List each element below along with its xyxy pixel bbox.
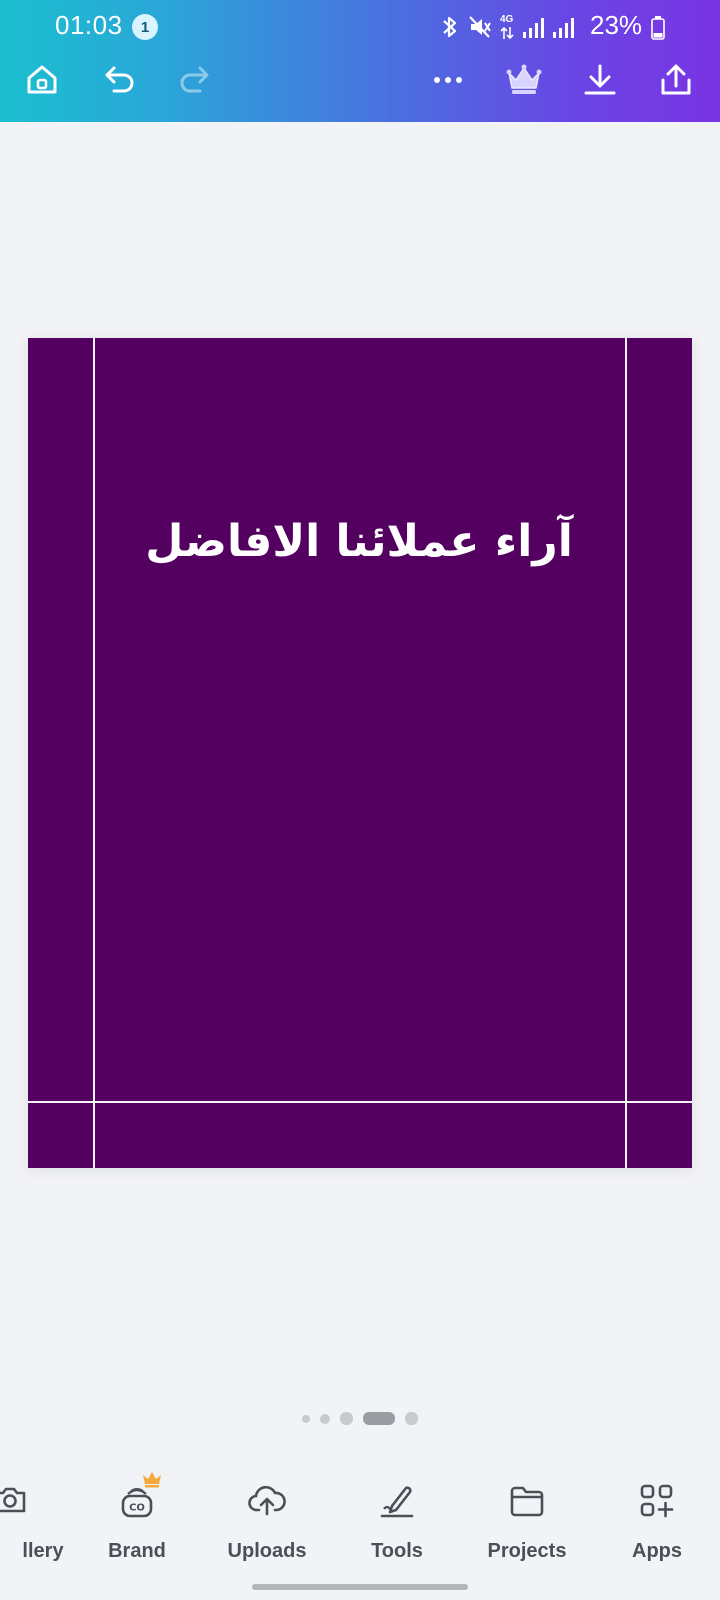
premium-button[interactable] <box>502 58 546 102</box>
page-dot-1[interactable] <box>302 1414 310 1423</box>
home-indicator[interactable] <box>252 1584 468 1590</box>
home-button[interactable] <box>20 58 64 102</box>
svg-text:CO: CO <box>129 1503 145 1514</box>
top-bar: 01:03 1 4G 23% <box>0 0 720 122</box>
bluetooth-icon <box>443 16 457 38</box>
cloud-upload-icon <box>248 1485 286 1516</box>
page-dot-current[interactable] <box>363 1412 395 1425</box>
tool-apps-label: Apps <box>632 1540 682 1562</box>
more-icon <box>434 77 462 83</box>
download-button[interactable] <box>578 58 622 102</box>
undo-icon <box>105 66 134 93</box>
status-time: 01:03 <box>55 10 123 40</box>
margin-guide-right <box>625 338 627 1168</box>
home-icon <box>27 65 57 94</box>
margin-guide-left <box>93 338 95 1168</box>
tool-uploads[interactable]: Uploads <box>207 1460 327 1562</box>
apps-icon <box>640 1484 674 1518</box>
redo-icon <box>180 66 209 93</box>
crown-icon <box>506 64 542 94</box>
redo-button[interactable] <box>172 58 216 102</box>
tool-tools[interactable]: Tools <box>337 1460 457 1562</box>
pen-tool-icon <box>380 1486 414 1518</box>
data-arrows-icon <box>500 26 514 40</box>
battery-percent: 23% <box>590 10 643 40</box>
margin-guide-bottom <box>28 1101 692 1103</box>
more-options-button[interactable] <box>426 58 470 102</box>
download-icon <box>584 64 616 95</box>
folder-icon <box>510 1486 544 1517</box>
network-label: 4G <box>500 14 514 25</box>
tool-apps[interactable]: Apps <box>597 1460 717 1562</box>
undo-button[interactable] <box>98 58 142 102</box>
camera-icon <box>0 1487 26 1513</box>
page-indicator <box>0 1412 720 1425</box>
battery-icon <box>651 16 665 40</box>
premium-crown-badge-icon <box>143 1472 161 1488</box>
notification-badge: 1 <box>132 14 158 40</box>
design-canvas[interactable]: آراء عملائنا الافاضل <box>28 338 692 1168</box>
mute-icon <box>469 16 491 38</box>
page-dot-2[interactable] <box>320 1413 330 1424</box>
signal-icon <box>523 18 544 38</box>
bottom-toolbar: llery CO Brand Uploads Tools Projects Ap… <box>0 1460 720 1570</box>
page-dot-3[interactable] <box>340 1412 353 1425</box>
share-icon <box>661 64 691 95</box>
share-button[interactable] <box>654 58 698 102</box>
page-dot-5[interactable] <box>405 1412 418 1425</box>
tool-brand[interactable]: CO Brand <box>77 1460 197 1562</box>
signal-icon-2 <box>553 18 574 38</box>
tool-projects[interactable]: Projects <box>467 1460 587 1562</box>
design-title-text[interactable]: آراء عملائنا الافاضل <box>94 516 624 567</box>
